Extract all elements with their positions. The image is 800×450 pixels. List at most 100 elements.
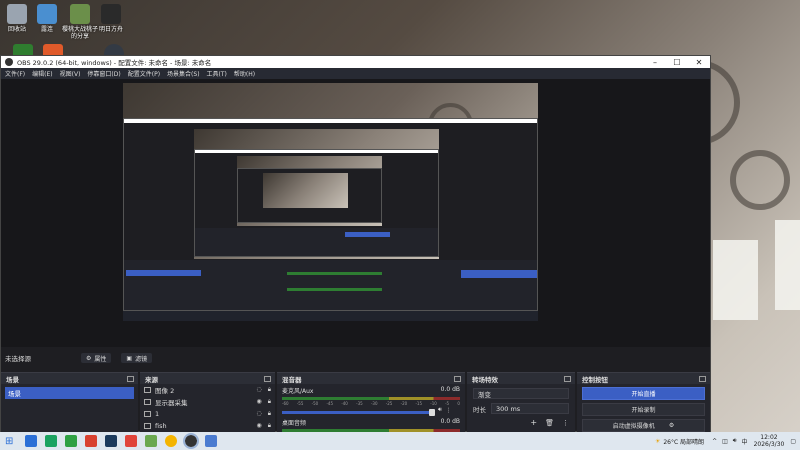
- desktop-icon-arknights[interactable]: 明日方舟: [94, 4, 128, 33]
- start-streaming-button[interactable]: 开始直播: [582, 387, 705, 400]
- controls-dock: 控制按钮 开始直播 开始录制 启动虚拟摄像机 ⚙: [577, 372, 710, 433]
- menu-file[interactable]: 文件(F): [5, 69, 25, 78]
- arknights-icon: [101, 4, 121, 24]
- nested-titlebar-2: [195, 150, 438, 153]
- nested-taskbar: [123, 311, 538, 321]
- nested-canvas-3: [263, 173, 348, 208]
- eye-icon[interactable]: ◉: [257, 422, 262, 430]
- taskbar-app-icon[interactable]: [105, 435, 118, 447]
- nested-capture-2: [194, 149, 439, 257]
- volume-icon[interactable]: 🔊︎: [733, 437, 737, 445]
- no-source-label: 未选择源: [5, 355, 31, 363]
- taskbar-app-icon[interactable]: [205, 435, 218, 447]
- nested-titlebar: [124, 119, 537, 123]
- menu-edit[interactable]: 编辑(E): [32, 69, 52, 78]
- visibility-hidden-icon[interactable]: ◌: [257, 410, 262, 418]
- volume-slider[interactable]: [282, 408, 435, 416]
- properties-button[interactable]: ⚙ 属性: [81, 353, 112, 363]
- source-item[interactable]: 1 ◌ 🔒︎: [140, 408, 275, 420]
- app-icon: [13, 44, 33, 55]
- filters-button[interactable]: ▣ 滤镜: [121, 353, 153, 363]
- channel-name: 麦克风/Aux: [282, 388, 314, 395]
- desktop-icon-row2-1[interactable]: [6, 44, 40, 55]
- undock-icon[interactable]: [264, 375, 271, 382]
- sources-dock-header: 来源: [140, 373, 275, 384]
- taskbar-app-icon[interactable]: [125, 435, 138, 447]
- minimize-button[interactable]: –: [644, 58, 666, 67]
- lock-icon[interactable]: 🔒︎: [268, 398, 271, 406]
- ime-icon[interactable]: 中: [742, 437, 748, 446]
- menu-view[interactable]: 视图(V): [60, 69, 81, 78]
- lock-icon[interactable]: 🔒︎: [268, 386, 271, 394]
- nested-canvas-1: [194, 129, 439, 259]
- maximize-button[interactable]: ☐: [666, 58, 688, 67]
- desktop-icon-row2-3[interactable]: [97, 44, 131, 55]
- nested-docks-1: [124, 260, 537, 310]
- visibility-hidden-icon[interactable]: ◌: [257, 386, 262, 394]
- source-item[interactable]: fish ◉ 🔒︎: [140, 420, 275, 432]
- scene-list-item[interactable]: 场景: [5, 387, 134, 399]
- chevron-up-icon[interactable]: ^: [712, 438, 717, 445]
- mixer-dock-header: 混音器: [277, 373, 465, 384]
- duration-input[interactable]: 300 ms: [491, 403, 569, 414]
- clock[interactable]: 12:02 2026/3/30: [754, 434, 785, 448]
- desktop-icon-row2-2[interactable]: [36, 44, 70, 55]
- channel-db: 0.0 dB: [440, 386, 460, 393]
- taskbar-app-icon[interactable]: [145, 435, 158, 447]
- eye-icon[interactable]: ◉: [257, 398, 262, 406]
- filter-icon: ▣: [126, 354, 133, 362]
- lock-icon[interactable]: 🔒︎: [268, 422, 271, 430]
- undock-icon[interactable]: [127, 375, 134, 382]
- transition-select[interactable]: 渐变: [473, 388, 569, 399]
- taskbar-app-icon[interactable]: [65, 435, 78, 447]
- desktop-icon-recycle-bin[interactable]: 回收站: [0, 4, 34, 33]
- title-bar: OBS 29.0.2 (64-bit, windows) - 配置文件: 未命名…: [1, 56, 710, 68]
- lock-icon[interactable]: 🔒︎: [268, 410, 271, 418]
- desktop-icon-app[interactable]: 露连: [30, 4, 64, 33]
- undock-icon[interactable]: [564, 375, 571, 382]
- weather-text[interactable]: 26°C 局部晴朗: [663, 437, 704, 446]
- nested-scene-item: [126, 270, 201, 276]
- trash-icon[interactable]: 🗑︎: [545, 419, 554, 427]
- menu-tools[interactable]: 工具(T): [207, 69, 227, 78]
- desktop-icon-game-share[interactable]: 樱桃大战桃子 的分享: [62, 4, 98, 40]
- windows-start-icon[interactable]: ⊞: [5, 436, 13, 447]
- source-toolbar: 未选择源 ⚙ 属性 ▣ 滤镜: [1, 351, 710, 365]
- chrome-icon[interactable]: [165, 435, 178, 447]
- add-icon[interactable]: +: [530, 418, 537, 427]
- scenes-dock: 场景 场景: [1, 372, 138, 433]
- network-icon[interactable]: ◫: [722, 438, 728, 445]
- nested-docks-2: [195, 228, 438, 256]
- transitions-dock-header: 转场特效: [467, 373, 575, 384]
- more-icon[interactable]: ⋮: [446, 407, 452, 414]
- source-item[interactable]: 图像 2 ◌ 🔒︎: [140, 384, 275, 396]
- close-button[interactable]: ✕: [688, 58, 710, 67]
- taskbar-app-icon[interactable]: [85, 435, 98, 447]
- obs-taskbar-icon[interactable]: [183, 433, 200, 449]
- image-icon: [144, 387, 151, 393]
- menu-docks[interactable]: 停靠窗口(D): [87, 69, 120, 78]
- menu-profile[interactable]: 配置文件(P): [128, 69, 160, 78]
- gear-icon[interactable]: ⚙: [669, 422, 674, 429]
- undock-icon[interactable]: [454, 375, 461, 382]
- start-virtual-camera-button[interactable]: 启动虚拟摄像机 ⚙: [582, 419, 705, 432]
- more-icon[interactable]: ⋮: [562, 419, 569, 427]
- menu-help[interactable]: 帮助(H): [234, 69, 255, 78]
- source-item[interactable]: 显示器采集 ◉ 🔒︎: [140, 396, 275, 408]
- preview-canvas[interactable]: [123, 83, 538, 321]
- preview-area[interactable]: [1, 79, 710, 347]
- speaker-icon[interactable]: 🔊︎: [438, 406, 442, 414]
- volume-meter: [282, 397, 460, 400]
- taskbar-app-icon[interactable]: [45, 435, 58, 447]
- obs-icon: [104, 44, 124, 55]
- undock-icon[interactable]: [699, 375, 706, 382]
- menu-scene-collection[interactable]: 场景集合(S): [167, 69, 200, 78]
- mixer-dock: 混音器 麦克风/Aux 0.0 dB -60 -55 -50 -45 -40 -35 -30…: [277, 372, 465, 433]
- taskbar-app-icon[interactable]: [25, 435, 38, 447]
- notification-icon[interactable]: ▢: [790, 438, 796, 445]
- duration-label: 时长: [473, 405, 486, 414]
- wallpaper-window-2: [775, 220, 800, 310]
- slider-handle[interactable]: [429, 408, 435, 416]
- controls-dock-header: 控制按钮: [577, 373, 710, 384]
- start-recording-button[interactable]: 开始录制: [582, 403, 705, 416]
